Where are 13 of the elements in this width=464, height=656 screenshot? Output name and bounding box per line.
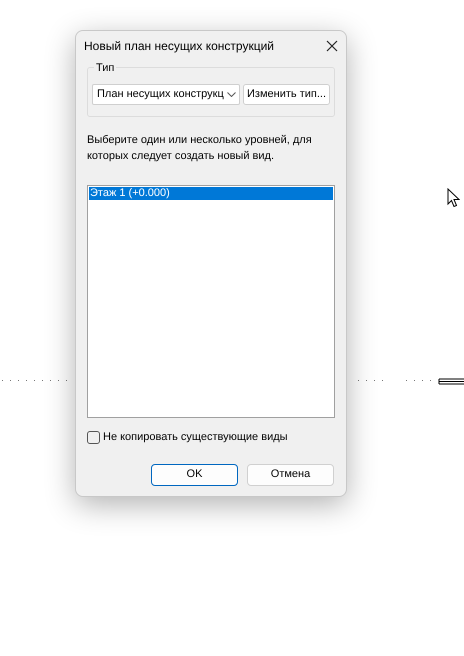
cancel-button[interactable]: Отмена [247,464,334,486]
chevron-down-icon [227,92,236,97]
checkbox[interactable] [87,430,100,444]
window-title: Новый план несущих конструкций [84,38,274,55]
instruction-text: Выберите один или несколько уровней, для которых следует создать новый вид. [86,133,313,164]
type-dropdown[interactable]: План несущих конструкц [92,84,240,105]
level-item[interactable]: Этаж 1 (+0.000) [89,187,333,200]
close-icon[interactable] [326,40,338,52]
mouse-pointer-icon [447,188,460,208]
checkbox-label: Не копировать существующие виды [103,430,288,445]
change-type-button[interactable]: Изменить тип... [243,84,330,105]
ok-button[interactable]: OK [151,464,238,486]
wall-line-drawing [438,378,464,385]
